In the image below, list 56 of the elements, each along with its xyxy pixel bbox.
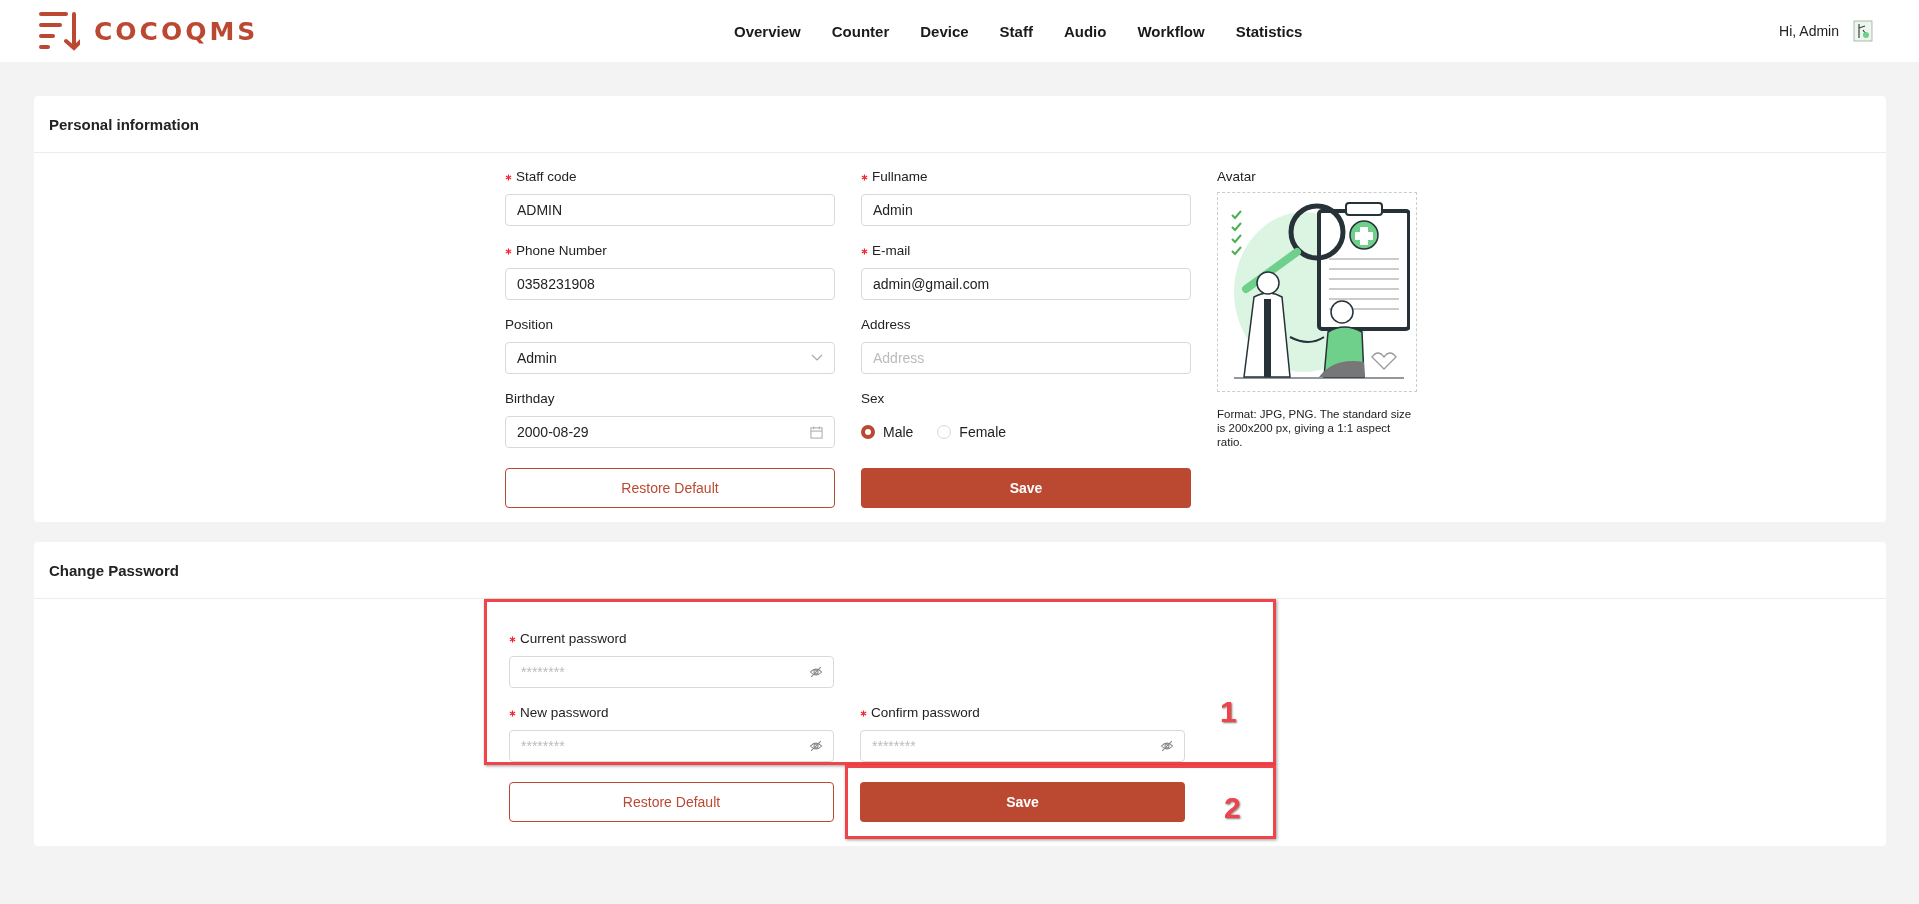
save-button[interactable]: Save (861, 468, 1191, 508)
field-label: Current password (520, 631, 627, 646)
required-icon (505, 174, 512, 181)
field-label: Staff code (516, 169, 577, 184)
nav-link[interactable]: Workflow (1137, 22, 1205, 40)
field-label: New password (520, 705, 609, 720)
password-field[interactable]: ******** (860, 730, 1185, 762)
field-label: Phone Number (516, 243, 607, 258)
text-field[interactable]: admin@gmail.com (861, 268, 1191, 300)
nav-link[interactable]: Audio (1063, 22, 1107, 40)
nav-link[interactable]: Statistics (1235, 22, 1303, 40)
position-dropdown[interactable]: Admin (505, 342, 835, 374)
nav-link[interactable]: Counter (831, 22, 890, 40)
field-label: Address (861, 317, 911, 332)
password-field[interactable]: ******** (509, 656, 834, 688)
card-title: Change Password (49, 561, 180, 579)
radio-option[interactable]: Male (861, 424, 914, 440)
required-icon (509, 636, 516, 643)
logo-text: COCOQMS (94, 16, 259, 46)
restore-default-button[interactable]: Restore Default (505, 468, 835, 508)
chevron-down-icon (811, 354, 823, 362)
text-field[interactable]: Address (861, 342, 1191, 374)
avatar-format-note: Format: JPG, PNG. The standard size is 200x200 px, giving a 1:1 aspect ratio. (1217, 408, 1413, 450)
eye-hidden-icon[interactable] (1160, 739, 1174, 753)
radio-option[interactable]: Female (937, 424, 1007, 440)
field-label: Sex (861, 391, 885, 406)
required-icon (860, 710, 867, 717)
field-label: Birthday (505, 391, 555, 406)
greeting-text: Hi, Admin (1779, 23, 1839, 39)
eye-hidden-icon[interactable] (809, 739, 823, 753)
annotation-number: 2 (1224, 791, 1241, 825)
restore-default-button[interactable]: Restore Default (509, 782, 834, 822)
required-icon (505, 248, 512, 255)
nav-link[interactable]: Device (920, 22, 969, 40)
field-label: Confirm password (871, 705, 980, 720)
logo-icon (38, 11, 80, 51)
calendar-icon (810, 425, 823, 439)
card-title: Personal information (49, 115, 200, 133)
text-field[interactable]: ADMIN (505, 194, 835, 226)
nav-link[interactable]: Overview (734, 22, 801, 40)
field-label: Position (505, 317, 554, 332)
required-icon (509, 710, 516, 717)
text-field[interactable]: 0358231908 (505, 268, 835, 300)
date-field[interactable]: 2000-08-29 (505, 416, 835, 448)
nav-link[interactable]: Staff (999, 22, 1033, 40)
password-field[interactable]: ******** (509, 730, 834, 762)
annotation-number: 1 (1220, 695, 1237, 729)
eye-hidden-icon[interactable] (809, 665, 823, 679)
user-avatar-icon[interactable] (1853, 20, 1873, 42)
field-label: E-mail (872, 243, 911, 258)
required-icon (861, 248, 868, 255)
field-label: Avatar (1217, 169, 1257, 184)
save-button[interactable]: Save (860, 782, 1185, 822)
text-field[interactable]: Admin (861, 194, 1191, 226)
required-icon (861, 174, 868, 181)
field-label: Fullname (872, 169, 928, 184)
